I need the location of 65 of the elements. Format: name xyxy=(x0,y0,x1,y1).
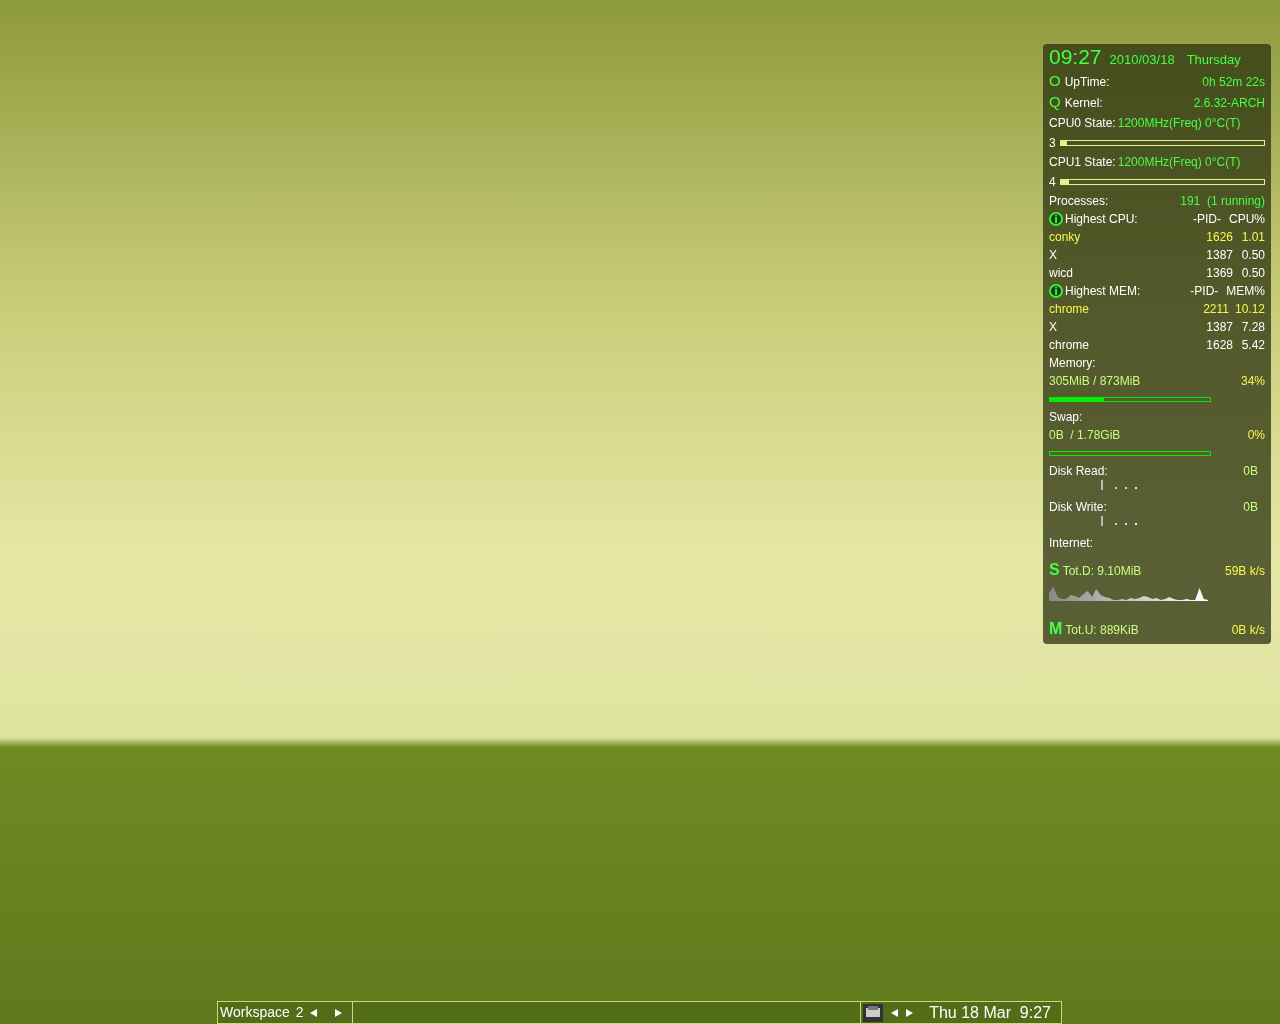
process-pid: 1628 xyxy=(1206,337,1233,354)
cpu-value: 1200MHz(Freq) 0°C(T) xyxy=(1117,115,1241,132)
process-name: X xyxy=(1049,319,1057,336)
internet-label: Internet: xyxy=(1049,535,1095,552)
clock-date: 2010/03/18 xyxy=(1109,51,1175,69)
process-pid: 1387 xyxy=(1206,319,1233,336)
process-value: 7.28 xyxy=(1240,319,1265,336)
workspace-number: 2 xyxy=(295,1003,304,1022)
disk-label: Disk Read: xyxy=(1049,463,1108,480)
taskbar-clock: Thu 18 Mar 9:27 xyxy=(929,1002,1051,1023)
right-arrow-icon[interactable] xyxy=(906,1008,914,1017)
meter-label: Swap: xyxy=(1049,409,1084,426)
cpu-label: CPU1 State: xyxy=(1049,154,1116,171)
disk-value: 0B xyxy=(1243,499,1258,516)
disk-value: 0B xyxy=(1243,463,1258,480)
glyph-icon: S xyxy=(1049,561,1060,579)
process-name: chrome xyxy=(1049,301,1089,318)
meter-label: Memory: xyxy=(1049,355,1097,372)
glyph-icon: Q xyxy=(1049,93,1061,111)
cpu-usage: 4 xyxy=(1049,173,1056,191)
traffic-speed: 59B k/s xyxy=(1224,563,1265,580)
process-pid: 2211 xyxy=(1203,301,1229,318)
meter-percent: 34% xyxy=(1240,373,1265,390)
process-value: 5.42 xyxy=(1240,337,1265,354)
meter-usage: 305MiB / 873MiB xyxy=(1049,373,1141,390)
cpu-value: 1200MHz(Freq) 0°C(T) xyxy=(1117,154,1241,171)
cpu-usage: 3 xyxy=(1049,134,1056,152)
traffic-total: Tot.U: 889KiB xyxy=(1065,622,1139,639)
process-name: X xyxy=(1049,247,1057,264)
table-title: Highest MEM: xyxy=(1065,283,1141,300)
glyph-icon: M xyxy=(1049,620,1063,638)
process-pid: 1626 xyxy=(1206,229,1233,246)
column-header: -PID- xyxy=(1190,283,1219,300)
info-value: 2.6.32-ARCH xyxy=(1193,95,1265,112)
process-name: wicd xyxy=(1049,265,1073,282)
table-title: Highest CPU: xyxy=(1065,211,1138,228)
column-header: MEM% xyxy=(1226,283,1265,300)
meter-percent: 0% xyxy=(1247,427,1265,444)
info-label: Kernel: xyxy=(1064,95,1103,112)
process-value: 0.50 xyxy=(1240,247,1265,264)
meter-usage: 0B / 1.78GiB xyxy=(1049,427,1121,444)
cpu-label: CPU0 State: xyxy=(1049,115,1116,132)
left-arrow-icon[interactable] xyxy=(891,1008,899,1017)
processes-label: Processes: xyxy=(1049,193,1109,210)
info-label: UpTime: xyxy=(1064,74,1110,91)
info-value: 0h 52m 22s xyxy=(1202,74,1265,91)
glyph-icon: O xyxy=(1049,72,1061,90)
column-header: -PID- xyxy=(1193,211,1221,228)
process-name: chrome xyxy=(1049,337,1089,354)
clock-day: Thursday xyxy=(1186,51,1241,69)
clock-time: 09:27 xyxy=(1049,48,1102,66)
processes-value: 191 (1 running) xyxy=(1180,193,1265,210)
process-pid: 1387 xyxy=(1206,247,1233,264)
process-value: 10.12 xyxy=(1234,301,1265,318)
traffic-speed: 0B k/s xyxy=(1231,622,1265,639)
right-arrow-icon[interactable] xyxy=(334,1008,342,1017)
process-value: 0.50 xyxy=(1240,265,1265,282)
traffic-total: Tot.D: 9.10MiB xyxy=(1062,563,1142,580)
column-header: CPU% xyxy=(1229,211,1265,228)
workspace-label: Workspace xyxy=(220,1003,290,1022)
disk-label: Disk Write: xyxy=(1049,499,1107,516)
process-value: 1.01 xyxy=(1240,229,1265,246)
process-pid: 1369 xyxy=(1206,265,1233,282)
left-arrow-icon[interactable] xyxy=(309,1008,317,1017)
process-name: conky xyxy=(1049,229,1081,246)
